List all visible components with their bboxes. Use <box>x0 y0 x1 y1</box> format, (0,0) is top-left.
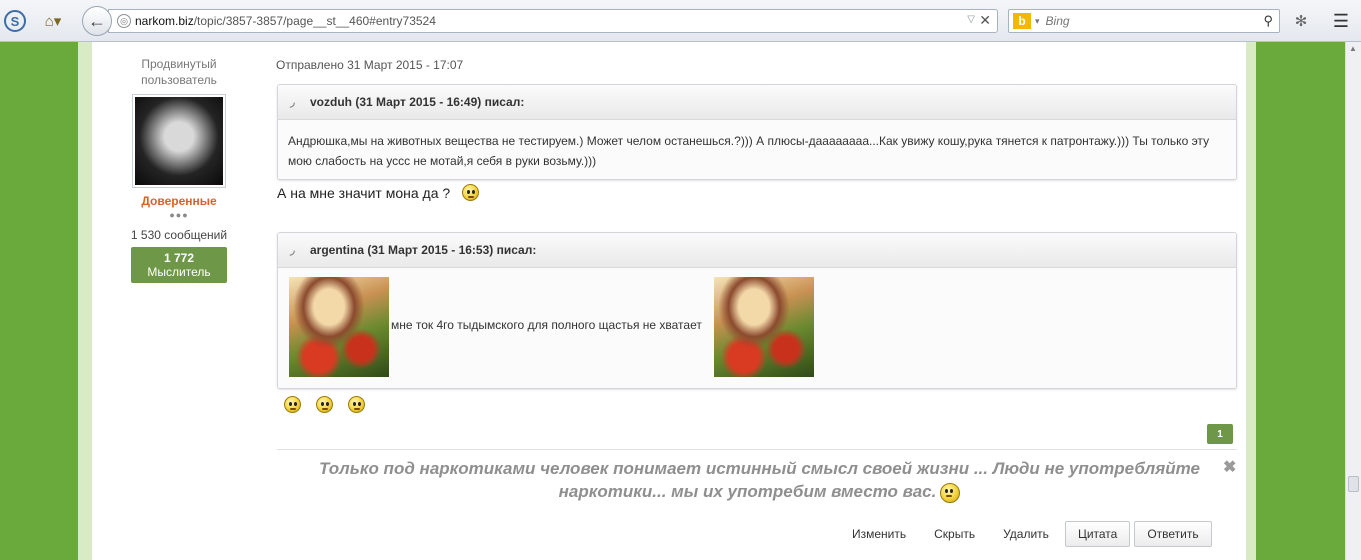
scrollbar-thumb[interactable] <box>1348 476 1359 492</box>
signature-divider <box>277 449 1237 450</box>
quote-author[interactable]: vozduh (31 Март 2015 - 16:49) писал: <box>310 95 524 109</box>
author-panel: Продвинутый пользователь <box>130 56 228 88</box>
search-icon[interactable]: ⚲ <box>1263 13 1273 29</box>
quote-header: ◞ vozduh (31 Март 2015 - 16:49) писал: <box>278 85 1236 120</box>
url-path: /topic/3857-3857/page__st__460#entry7352… <box>193 14 436 28</box>
hide-button[interactable]: Скрыть <box>934 527 975 541</box>
addon-icon[interactable]: ✻ <box>1290 10 1312 32</box>
quote-text: Андрюшка,мы на животных вещества не тест… <box>278 120 1236 179</box>
search-input[interactable] <box>1045 14 1246 28</box>
signature-text: Только под наркотиками человек понимает … <box>319 459 1200 501</box>
search-bar[interactable]: b ▾ ⚲ <box>1008 9 1280 33</box>
avatar-image <box>135 97 223 185</box>
close-icon[interactable]: ✕ <box>979 12 991 29</box>
author-group: Доверенные <box>141 194 217 208</box>
chevron-down-icon[interactable]: ▾ <box>1035 16 1040 27</box>
reply-button[interactable]: Ответить <box>1134 521 1212 547</box>
post-actions: Изменить Скрыть Удалить Цитата Ответить <box>852 521 1212 547</box>
page-background: Продвинутый пользователь Доверенные ●●● … <box>0 42 1345 560</box>
smiley-row <box>284 396 365 413</box>
quote-author[interactable]: argentina (31 Март 2015 - 16:53) писал: <box>310 243 536 257</box>
avatar[interactable] <box>132 94 226 188</box>
s-icon[interactable]: S <box>4 10 26 32</box>
reputation-label: Мыслитель <box>147 265 211 279</box>
close-icon[interactable]: ✖ <box>1223 457 1236 477</box>
child-photo <box>289 277 389 377</box>
smiley-icon <box>284 396 301 413</box>
scrollbar[interactable]: ▲ <box>1345 42 1361 560</box>
reply-text: А на мне значит мона да ? <box>277 184 480 201</box>
quote-button[interactable]: Цитата <box>1064 521 1131 547</box>
menu-icon[interactable]: ☰ <box>1327 7 1355 35</box>
quote-block: ◞ vozduh (31 Март 2015 - 16:49) писал: А… <box>277 84 1237 180</box>
quote-block: ◞ argentina (31 Март 2015 - 16:53) писал… <box>277 232 1237 389</box>
smiley-icon <box>316 396 333 413</box>
author-title: Продвинутый пользователь <box>141 57 217 87</box>
bing-icon[interactable]: b <box>1013 13 1031 29</box>
quote-caption: мне ток 4го тыдымского для полного щасть… <box>391 318 702 332</box>
reputation-value: 1 772 <box>163 251 195 265</box>
scroll-up-icon[interactable]: ▲ <box>1349 44 1357 53</box>
smiley-icon <box>348 396 365 413</box>
post-count: 1 530 сообщений <box>130 228 228 242</box>
rank-pips: ●●● <box>169 210 189 220</box>
url-bar[interactable]: ◎ narkom.biz/topic/3857-3857/page__st__4… <box>108 9 998 33</box>
reply-message: А на мне значит мона да ? <box>277 184 451 201</box>
quote-content: мне ток 4го тыдымского для полного щасть… <box>278 268 1236 388</box>
delete-button[interactable]: Удалить <box>1003 527 1049 541</box>
reputation-badge: 1 772 Мыслитель <box>131 247 227 283</box>
browser-toolbar: S ⌂▾ ◎ narkom.biz/topic/3857-3857/page__… <box>0 0 1361 42</box>
dropdown-icon[interactable]: ▽ <box>967 14 975 25</box>
quote-icon: ◞ <box>290 95 295 109</box>
signature: Только под наркотиками человек понимает … <box>292 457 1227 503</box>
url-host: narkom.biz <box>135 14 194 28</box>
quote-icon: ◞ <box>290 243 295 257</box>
globe-icon: ◎ <box>117 14 131 28</box>
page-number-badge[interactable]: 1 <box>1207 424 1233 444</box>
child-photo <box>714 277 814 377</box>
post-date: Отправлено 31 Март 2015 - 17:07 <box>276 58 464 72</box>
post-container: Продвинутый пользователь Доверенные ●●● … <box>92 42 1246 560</box>
back-arrow-icon[interactable]: ← <box>82 6 112 36</box>
edit-button[interactable]: Изменить <box>852 527 906 541</box>
smiley-icon <box>940 482 961 503</box>
home-icon[interactable]: ⌂▾ <box>38 10 68 32</box>
quote-header: ◞ argentina (31 Март 2015 - 16:53) писал… <box>278 233 1236 268</box>
smiley-icon <box>462 184 480 201</box>
